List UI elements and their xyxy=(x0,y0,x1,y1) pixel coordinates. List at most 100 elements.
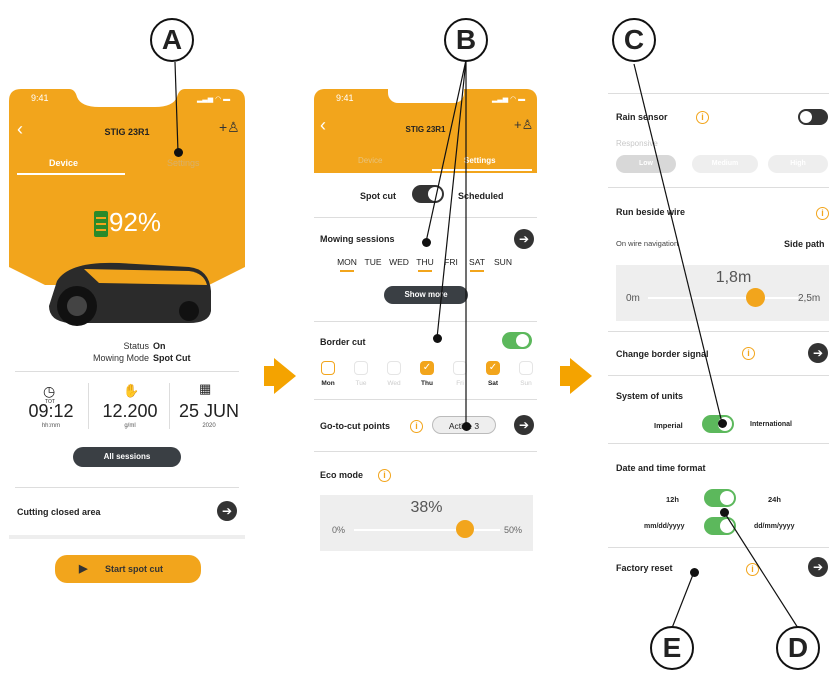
grass-amount-value: 12.200 xyxy=(102,401,158,421)
spot-cut-label: Spot cut xyxy=(360,191,396,201)
rain-sensor-toggle[interactable] xyxy=(798,109,828,125)
arrow-right-icon[interactable]: ➔ xyxy=(808,343,828,363)
run-beside-wire-label: Run beside wire xyxy=(616,207,686,217)
border-cut-day-sat: Sat xyxy=(487,380,499,387)
weekday-active-indicator xyxy=(470,270,484,272)
distance-slider-track[interactable] xyxy=(648,297,798,299)
arrow-right-icon[interactable]: ➔ xyxy=(217,501,237,521)
tab-settings[interactable]: Settings xyxy=(167,158,200,168)
weekday-active-indicator xyxy=(340,270,354,272)
distance-max: 2,5m xyxy=(798,293,821,304)
border-cut-day-tue: Tue xyxy=(355,380,367,387)
border-cut-day-wed: Wed xyxy=(387,380,401,387)
total-time-value: 09:12 xyxy=(28,401,74,421)
divider xyxy=(608,331,829,332)
weekday-mon[interactable]: MON xyxy=(336,257,358,267)
system-of-units-label: System of units xyxy=(616,391,684,401)
weekday-thu[interactable]: THU xyxy=(414,257,436,267)
callout-b: B xyxy=(444,18,488,62)
border-cut-checkbox-tue[interactable] xyxy=(354,361,368,375)
device-title: STIG 23R1 xyxy=(405,125,446,134)
status-time: 9:41 xyxy=(31,93,49,103)
status-value: On xyxy=(153,341,166,351)
border-cut-checkbox-mon[interactable] xyxy=(321,361,335,375)
eco-slider-thumb[interactable] xyxy=(455,520,474,538)
callout-c-dot xyxy=(718,419,727,428)
arrow-right-icon[interactable]: ➔ xyxy=(514,229,534,249)
go-to-cut-label: Go-to-cut points xyxy=(320,421,390,431)
callout-b-dot xyxy=(422,238,431,247)
weekday-wed[interactable]: WED xyxy=(388,257,410,267)
eco-slider-track[interactable] xyxy=(354,529,500,531)
clock-icon: ◷ xyxy=(43,383,56,399)
high-option[interactable]: High xyxy=(768,155,828,173)
date-format-toggle[interactable] xyxy=(704,517,736,535)
callout-a: A xyxy=(150,18,194,62)
date-value: 25 JUN xyxy=(178,401,240,421)
device-title: STIG 23R1 xyxy=(104,127,150,137)
time-format-toggle[interactable] xyxy=(704,489,736,507)
weekday-tue[interactable]: TUE xyxy=(362,257,384,267)
hand-icon: ✋ xyxy=(123,383,140,398)
distance-value: 1,8m xyxy=(715,269,752,286)
border-cut-checkbox-sat[interactable]: ✓ xyxy=(486,361,500,375)
callout-d-dot xyxy=(720,508,729,517)
tab-settings-underline xyxy=(432,169,532,171)
callout-b-dot xyxy=(433,334,442,343)
24h-label: 24h xyxy=(768,495,781,504)
status-icons: ▂▃▅ ◠ ▬ xyxy=(492,96,526,103)
info-icon[interactable]: i xyxy=(410,420,423,433)
eco-value: 38% xyxy=(410,499,443,516)
border-cut-checkbox-fri[interactable] xyxy=(453,361,467,375)
total-time-unit: hh:mm xyxy=(41,423,61,429)
weekday-sat[interactable]: SAT xyxy=(466,257,488,267)
info-icon[interactable]: i xyxy=(746,563,759,576)
eco-min: 0% xyxy=(332,525,346,535)
info-icon[interactable]: i xyxy=(742,347,755,360)
scheduled-label: Scheduled xyxy=(458,191,504,201)
eco-mode-label: Eco mode xyxy=(320,470,364,480)
start-spot-cut-button[interactable]: ▶ Start spot cut xyxy=(55,555,201,583)
phone-device-screen: 9:41 ▂▃▅ ◠ ▬ ‹ STIG 23R1 +♙ Device Setti… xyxy=(9,89,245,589)
weekday-fri[interactable]: FRI xyxy=(440,257,462,267)
eco-max: 50% xyxy=(504,525,523,535)
all-sessions-button[interactable]: All sessions xyxy=(73,447,181,467)
callout-c: C xyxy=(612,18,656,62)
tab-device[interactable]: Device xyxy=(49,158,78,168)
distance-slider-thumb[interactable] xyxy=(746,288,765,307)
weekday-sun[interactable]: SUN xyxy=(492,257,514,267)
arrow-right-icon[interactable]: ➔ xyxy=(514,415,534,435)
low-option[interactable]: Low xyxy=(616,155,676,173)
tab-settings[interactable]: Settings xyxy=(464,156,496,165)
tab-device[interactable]: Device xyxy=(358,156,382,165)
info-icon[interactable]: i xyxy=(816,207,829,220)
info-icon[interactable]: i xyxy=(696,111,709,124)
divider xyxy=(314,399,537,400)
divider xyxy=(608,375,829,376)
divider xyxy=(15,487,239,488)
border-cut-day-sun: Sun xyxy=(520,380,532,387)
spot-scheduled-toggle[interactable] xyxy=(412,185,444,203)
divider xyxy=(15,371,239,372)
medium-option[interactable]: Medium xyxy=(692,155,758,173)
border-cut-checkbox-thu[interactable]: ✓ xyxy=(420,361,434,375)
border-cut-checkbox-sun[interactable] xyxy=(519,361,533,375)
callout-a-dot xyxy=(174,148,183,157)
play-icon: ▶ xyxy=(79,563,88,575)
side-path-label: Side path xyxy=(784,239,825,249)
mowing-mode-value: Spot Cut xyxy=(153,353,191,363)
divider xyxy=(314,217,537,218)
border-cut-toggle[interactable] xyxy=(502,332,532,349)
callout-b-dot xyxy=(462,422,471,431)
info-icon[interactable]: i xyxy=(378,469,391,482)
add-user-icon[interactable]: +♙ xyxy=(514,117,533,133)
rain-sensor-label: Rain sensor xyxy=(616,112,668,122)
add-user-icon[interactable]: +♙ xyxy=(219,119,240,136)
border-cut-checkbox-wed[interactable] xyxy=(387,361,401,375)
arrow-right-icon[interactable]: ➔ xyxy=(808,557,828,577)
callout-e: E xyxy=(650,626,694,670)
date-year: 2020 xyxy=(202,423,216,429)
mower-image xyxy=(49,262,211,326)
show-more-button[interactable]: Show more xyxy=(384,286,468,304)
phone-settings-list: Rain sensor i Responsive Low Medium High… xyxy=(608,89,829,589)
